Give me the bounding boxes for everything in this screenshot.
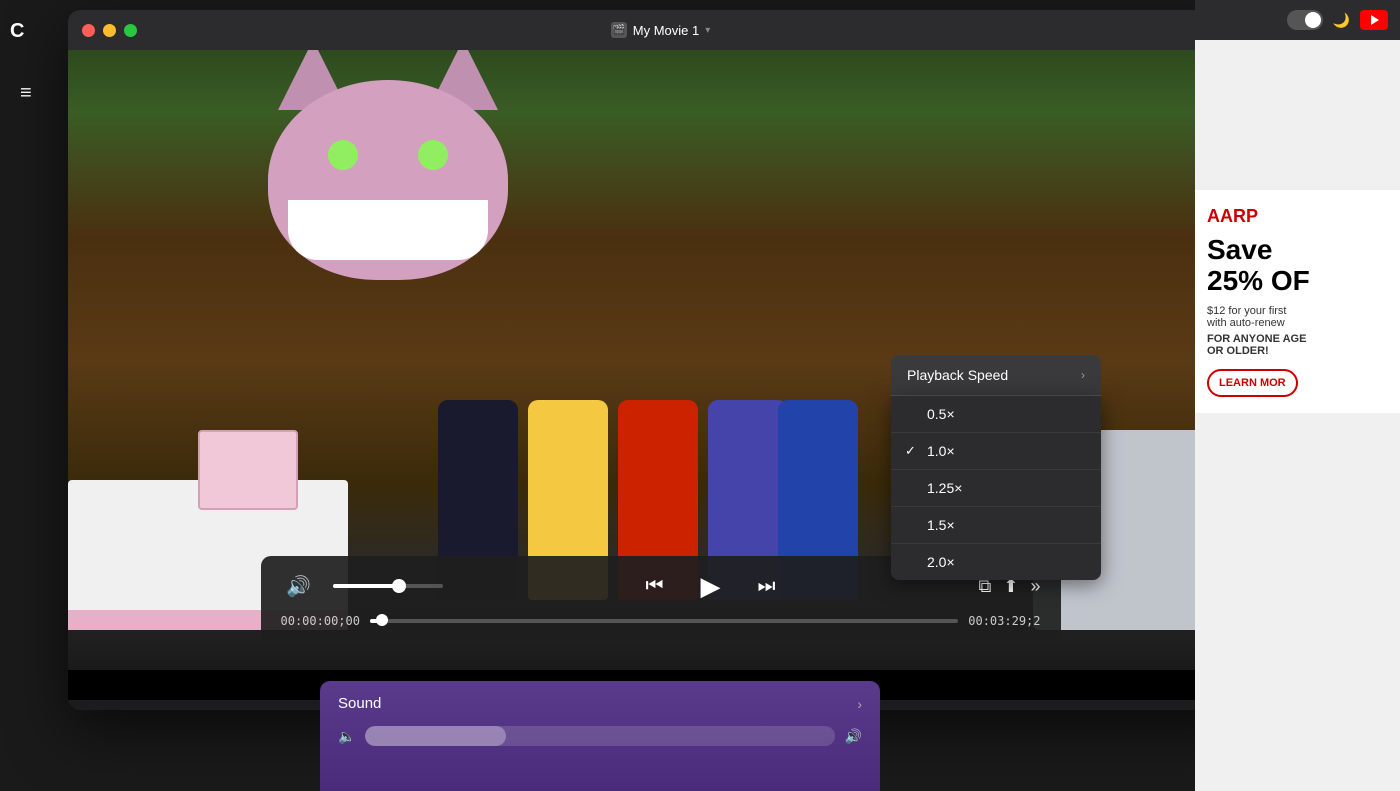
time-current: 00:00:00;00: [281, 614, 360, 628]
sound-slider[interactable]: [365, 726, 834, 746]
playback-speed-label: Playback Speed: [907, 367, 1008, 383]
traffic-lights: [82, 24, 137, 37]
rewind-button[interactable]: ⏮: [637, 568, 673, 604]
volume-slider[interactable]: [333, 584, 443, 588]
browser-right-header: 🌙: [1195, 0, 1400, 40]
app-logo: C: [10, 20, 24, 43]
bottom-panel: Sound › 🔈 🔊: [320, 681, 880, 791]
sound-row[interactable]: Sound ›: [320, 681, 880, 726]
speed-option-20[interactable]: 2.0×: [891, 544, 1101, 580]
controls-timeline: 00:00:00;00 00:03:29;2: [281, 614, 1041, 628]
youtube-play-icon: [1371, 15, 1379, 25]
video-area: 🔊 ⏮ ▶ ⏭ ⧉ ⬆ »: [68, 50, 1253, 700]
sound-slider-row: 🔈 🔊: [320, 726, 880, 746]
speed-option-05[interactable]: 0.5×: [891, 396, 1101, 433]
fullscreen-button[interactable]: [124, 24, 137, 37]
playback-options-list: 0.5× 1.0× 1.25× 1.5× 2.0×: [891, 396, 1101, 580]
minimize-button[interactable]: [103, 24, 116, 37]
play-button[interactable]: ▶: [693, 568, 729, 604]
sound-right-icon: 🔊: [845, 728, 862, 745]
progress-bar[interactable]: [370, 619, 958, 623]
ad-brand: AARP: [1207, 206, 1388, 227]
youtube-button[interactable]: [1360, 10, 1388, 30]
theme-toggle[interactable]: [1287, 10, 1323, 30]
movie-icon: 🎬: [611, 22, 627, 38]
playback-speed-menu: Playback Speed › 0.5× 1.0× 1.25× 1.5× 2.…: [891, 355, 1101, 580]
volume-button[interactable]: 🔊: [281, 568, 317, 604]
sound-label: Sound: [338, 695, 381, 712]
fastforward-button[interactable]: ⏭: [749, 568, 785, 604]
volume-knob: [392, 579, 406, 593]
ad-headline: Save25% OF: [1207, 235, 1388, 297]
sound-vol-icon: 🔈: [338, 728, 355, 745]
title-chevron[interactable]: ▾: [705, 25, 710, 36]
menu-icon[interactable]: ≡: [20, 82, 32, 105]
toggle-track: [1287, 10, 1323, 30]
window-title: 🎬 My Movie 1 ▾: [611, 22, 711, 38]
speed-option-10[interactable]: 1.0×: [891, 433, 1101, 470]
playback-speed-chevron: ›: [1081, 368, 1085, 382]
cat-eye-left: [328, 140, 358, 170]
ad-banner: AARP Save25% OF $12 for your firstwith a…: [1195, 190, 1400, 413]
titlebar: 🎬 My Movie 1 ▾: [68, 10, 1253, 50]
controls-center: ⏮ ▶ ⏭: [459, 568, 963, 604]
progress-knob: [376, 614, 388, 626]
browser-right: 🌙 AARP Save25% OF $12 for your firstwith…: [1195, 0, 1400, 791]
playback-speed-header[interactable]: Playback Speed ›: [891, 355, 1101, 396]
sound-slider-fill: [365, 726, 506, 746]
cat-eye-right: [418, 140, 448, 170]
speed-option-125[interactable]: 1.25×: [891, 470, 1101, 507]
main-window: 🎬 My Movie 1 ▾: [68, 10, 1253, 710]
cat-head: [268, 80, 508, 280]
ad-cta-button[interactable]: LEARN MOR: [1207, 369, 1298, 397]
ad-age-text: FOR ANYONE AGEOR OLDER!: [1207, 333, 1388, 357]
moon-icon: 🌙: [1333, 12, 1350, 29]
volume-fill: [333, 584, 399, 588]
cat-smile: [288, 200, 488, 260]
speed-option-15[interactable]: 1.5×: [891, 507, 1101, 544]
sound-arrow: ›: [857, 696, 862, 712]
close-button[interactable]: [82, 24, 95, 37]
time-total: 00:03:29;2: [968, 614, 1040, 628]
ad-subtext: $12 for your firstwith auto-renew: [1207, 305, 1388, 329]
toggle-knob: [1305, 12, 1321, 28]
